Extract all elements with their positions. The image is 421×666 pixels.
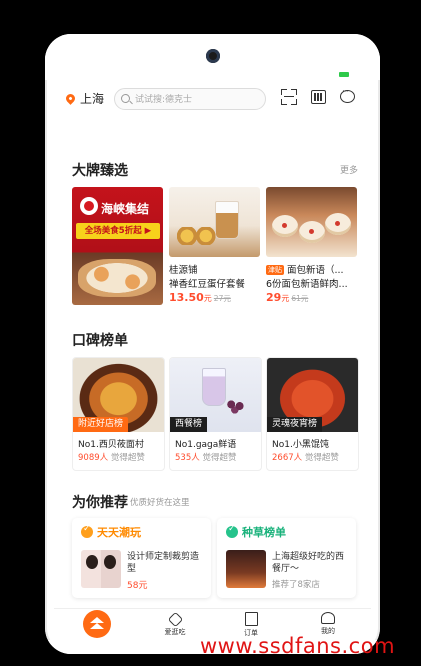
recommend-text: 上海超级好吃的西餐厅～ [272, 552, 345, 574]
old-price: 27元 [213, 294, 231, 303]
tab-label: 爱逛吃 [164, 628, 186, 636]
ranking-stat: 535人 觉得超赞 [175, 453, 237, 463]
city-selector[interactable]: 上海 [80, 90, 104, 107]
search-input[interactable]: 试试搜:德克士 [114, 88, 266, 110]
recommend-section-title: 为你推荐 [72, 495, 128, 511]
recommend-subtitle: 优质好货在这里 [130, 498, 190, 508]
tab-browse[interactable]: 爱逛吃 [155, 611, 195, 637]
barcode-icon[interactable] [311, 90, 326, 104]
recommend-text: 设计师定制裁剪造型 [127, 552, 200, 574]
tag-icon [167, 611, 183, 628]
recommend-heading: 种草榜单 [242, 526, 286, 539]
brand-logo-icon [80, 197, 98, 215]
bun-image [325, 213, 351, 235]
recommend-thumbnail [226, 550, 266, 588]
drink-image [215, 201, 239, 239]
home-tab-icon[interactable] [83, 610, 111, 638]
phone-frame: 上海 试试搜:德克士 大牌臻选 更多 海峡集结 全场美食5折起 ▶ [45, 34, 380, 654]
price-unit: 元 [203, 294, 212, 303]
message-icon[interactable] [340, 87, 355, 103]
ranking-stat: 9089人 觉得超赞 [78, 453, 145, 463]
ranking-name: No1.小黑馄饨 [272, 440, 329, 450]
price-value: 13.50 [169, 291, 204, 304]
ranking-label: 附近好店榜 [73, 417, 129, 432]
bun-image [272, 215, 298, 237]
recommend-card[interactable]: 天天潮玩 设计师定制裁剪造型 58元 [72, 518, 211, 598]
price-value: 29 [266, 291, 282, 304]
brand-image [266, 187, 357, 257]
brand-row: 海峡集结 全场美食5折起 ▶ 桂源铺 禅香红豆蛋仔套餐 13.50元 27元 津… [72, 187, 362, 347]
brand-image: 海峡集结 全场美食5折起 ▶ [72, 187, 163, 305]
ranking-name: No1.西贝莜面村 [78, 440, 144, 450]
brand-image-title: 海峡集结 [101, 202, 150, 216]
order-list-icon [244, 612, 258, 626]
battery-icon [339, 72, 349, 77]
location-pin-icon[interactable] [64, 92, 77, 105]
recommend-heading: 天天潮玩 [97, 526, 141, 539]
scan-icon[interactable] [281, 89, 297, 105]
brand-name: 桂源铺 [169, 265, 198, 276]
tab-profile[interactable]: 我的 [308, 612, 348, 636]
user-icon [321, 612, 335, 624]
subsidy-tag: 津贴 [266, 265, 284, 275]
price: 29元 61元 [266, 291, 308, 304]
ranking-card[interactable]: 西餐榜 No1.gaga鲜语 535人 觉得超赞 [169, 357, 262, 471]
price-unit: 元 [281, 294, 290, 303]
brand-more-link[interactable]: 更多 [340, 163, 358, 176]
ranking-stat: 2667人 觉得超赞 [272, 453, 339, 463]
top-bar: 上海 试试搜:德克士 [54, 86, 371, 116]
food-image [78, 259, 156, 297]
brand-section-title: 大牌臻选 [72, 163, 128, 179]
recommend-meta: 推荐了8家店 [272, 580, 320, 590]
old-price: 61元 [291, 294, 309, 303]
ranking-card[interactable]: 灵魂夜宵榜 No1.小黑馄饨 2667人 觉得超赞 [266, 357, 359, 471]
ranking-card[interactable]: 附近好店榜 No1.西贝莜面村 9089人 觉得超赞 [72, 357, 165, 471]
search-icon [121, 94, 130, 103]
promo-banner: 全场美食5折起 ▶ [76, 223, 160, 239]
ranking-name: No1.gaga鲜语 [175, 440, 237, 450]
ranking-section-title: 口碑榜单 [72, 333, 128, 349]
search-placeholder: 试试搜:德克士 [135, 95, 193, 105]
ranking-label: 西餐榜 [170, 417, 208, 432]
trend-icon [81, 524, 93, 538]
bun-image [299, 221, 325, 243]
product-desc: 6份面包新语鲜肉... [266, 279, 348, 290]
recommend-card[interactable]: 种草榜单 上海超级好吃的西餐厅～ 推荐了8家店 [217, 518, 356, 598]
brand-name: 津贴 面包新语（... [266, 265, 344, 276]
camera-icon [206, 49, 220, 63]
ranking-label: 灵魂夜宵榜 [267, 417, 323, 432]
phone-bezel-top [45, 34, 380, 80]
price: 13.50元 27元 [169, 291, 231, 304]
ranking-row: 附近好店榜 No1.西贝莜面村 9089人 觉得超赞 西餐榜 No1.gaga鲜… [72, 357, 362, 471]
site-watermark: www.ssdfans.com [200, 634, 396, 658]
recommend-thumbnail [81, 550, 121, 588]
leaf-icon [226, 524, 238, 538]
product-desc: 禅香红豆蛋仔套餐 [169, 279, 246, 290]
app-screen: 上海 试试搜:德克士 大牌臻选 更多 海峡集结 全场美食5折起 ▶ [54, 80, 371, 640]
brand-image [169, 187, 260, 257]
drink-image [202, 368, 226, 406]
tart-image [177, 227, 217, 245]
grape-image [224, 398, 248, 414]
recommend-price: 58元 [127, 581, 148, 591]
